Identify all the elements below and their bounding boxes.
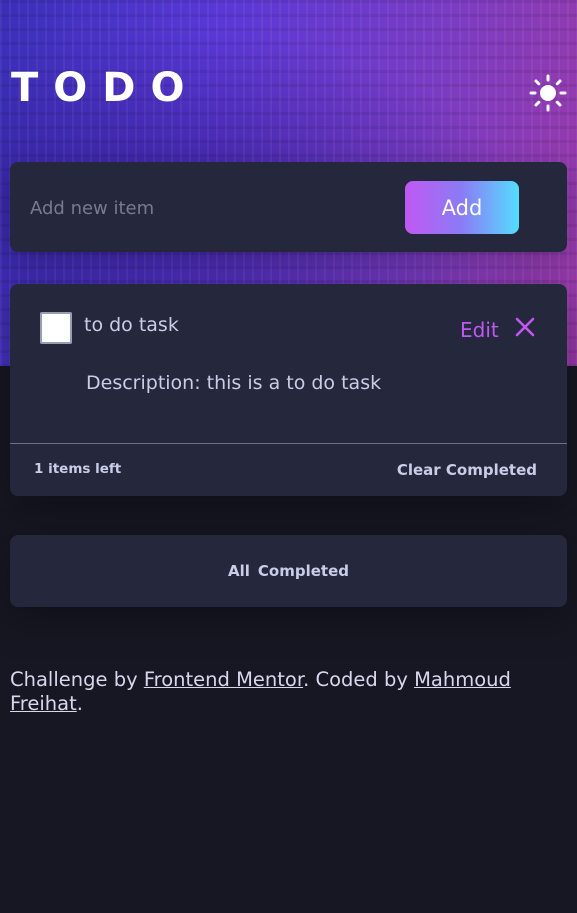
theme-toggle-button[interactable] xyxy=(529,74,567,112)
filter-bar: All Completed xyxy=(10,535,567,607)
edit-button[interactable]: Edit xyxy=(460,318,499,342)
todo-list: to do task Edit Description: this is a t… xyxy=(10,284,567,496)
todo-description: Description: this is a to do task xyxy=(86,372,382,394)
filter-completed[interactable]: Completed xyxy=(258,562,349,580)
app-title: TODO xyxy=(11,65,200,111)
frontend-mentor-link[interactable]: Frontend Mentor xyxy=(144,668,303,691)
delete-button[interactable] xyxy=(513,315,537,339)
attribution: Challenge by Frontend Mentor. Coded by M… xyxy=(10,668,560,716)
close-icon xyxy=(515,317,535,337)
sun-icon xyxy=(529,74,567,112)
attribution-suffix: . xyxy=(76,692,83,715)
attribution-middle: . Coded by xyxy=(303,668,415,691)
clear-completed-button[interactable]: Clear Completed xyxy=(397,461,537,479)
todo-checkbox[interactable] xyxy=(40,312,72,344)
new-item-form: Add xyxy=(10,162,567,252)
new-item-input[interactable] xyxy=(30,190,390,226)
items-left-count: 1 items left xyxy=(34,461,122,477)
add-button[interactable]: Add xyxy=(405,181,519,234)
todo-title: to do task xyxy=(84,314,179,336)
divider xyxy=(10,443,567,444)
attribution-prefix: Challenge by xyxy=(10,668,144,691)
filter-all[interactable]: All xyxy=(228,562,250,580)
